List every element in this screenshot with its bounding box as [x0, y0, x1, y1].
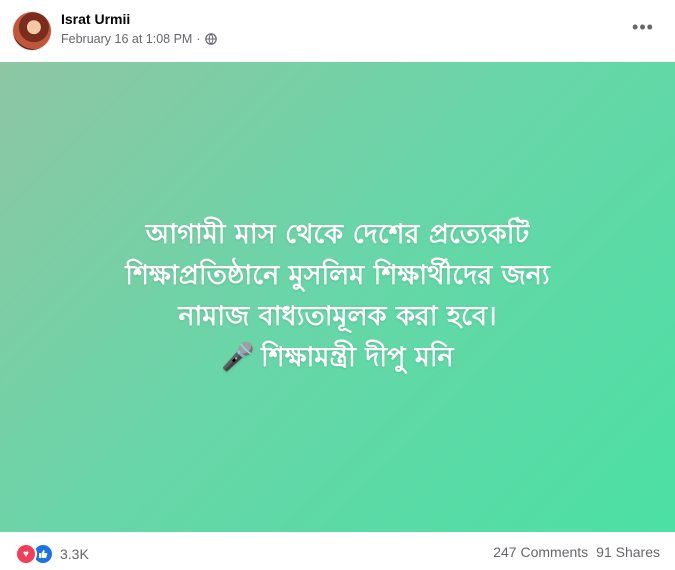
avatar[interactable]	[13, 12, 51, 50]
post-stats: 247 Comments 91 Shares	[493, 544, 660, 560]
more-options-icon[interactable]: •••	[626, 14, 660, 40]
post-text-line: আগামী মাস থেকে দেশের প্রত্যেকটি	[145, 219, 530, 250]
globe-icon[interactable]	[204, 33, 217, 45]
author-name[interactable]: Israt Urmii	[61, 11, 130, 27]
post-image: আগামী মাস থেকে দেশের প্রত্যেকটি শিক্ষাপ্…	[0, 62, 675, 532]
post-text-line: নামাজ বাধ্যতামূলক করা হবে।	[178, 301, 497, 332]
post-footer: ♥ 3.3K 247 Comments 91 Shares	[0, 532, 675, 570]
shares-count[interactable]: 91 Shares	[596, 544, 660, 560]
microphone-icon: 🎤	[221, 342, 255, 373]
post-header: Israt Urmii February 16 at 1:08 PM · •••	[0, 0, 675, 62]
reaction-count[interactable]: 3.3K	[60, 546, 89, 562]
post-meta: February 16 at 1:08 PM ·	[61, 32, 217, 46]
post-text: আগামী মাস থেকে দেশের প্রত্যেকটি শিক্ষাপ্…	[0, 214, 675, 378]
reactions-summary[interactable]: ♥ 3.3K	[15, 543, 89, 565]
comments-count[interactable]: 247 Comments	[493, 544, 588, 560]
love-icon: ♥	[15, 543, 37, 565]
separator: ·	[196, 32, 201, 46]
post-text-line: শিক্ষাপ্রতিষ্ঠানে মুসলিম শিক্ষার্থীদের জ…	[125, 260, 550, 291]
post-text-attribution: শিক্ষামন্ত্রী দীপু মনি	[260, 342, 454, 373]
post-text-line: 🎤 শিক্ষামন্ত্রী দীপু মনি	[0, 337, 675, 378]
timestamp[interactable]: February 16 at 1:08 PM	[61, 32, 192, 46]
